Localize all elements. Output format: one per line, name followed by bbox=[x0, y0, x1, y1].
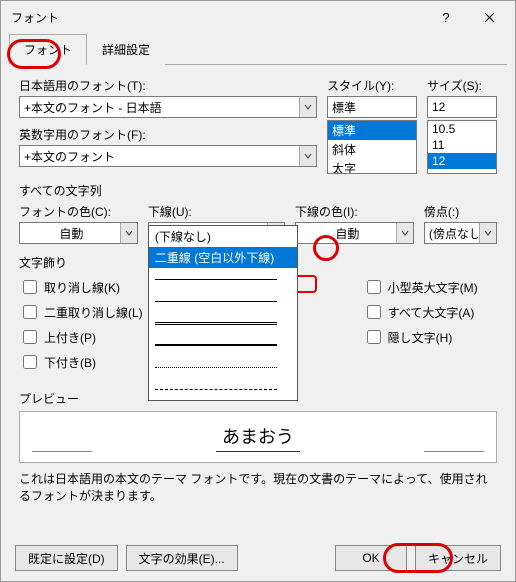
list-item[interactable]: 10.5 bbox=[428, 121, 496, 137]
dialog-footer: 既定に設定(D) 文字の効果(E)... OK キャンセル bbox=[1, 545, 515, 571]
style-label: スタイル(Y): bbox=[327, 77, 417, 94]
size-listbox[interactable]: 10.5 11 12 bbox=[427, 120, 497, 174]
jp-font-label: 日本語用のフォント(T): bbox=[19, 77, 317, 94]
underline-sample[interactable] bbox=[149, 290, 297, 312]
list-item[interactable]: 太字 bbox=[328, 159, 416, 174]
underline-sample[interactable] bbox=[149, 378, 297, 400]
strike-checkbox[interactable]: 取り消し線(K) bbox=[19, 277, 143, 297]
underline-dropdown[interactable]: (下線なし) 二重線 (空白以外下線) bbox=[148, 225, 298, 401]
chevron-down-icon[interactable] bbox=[479, 223, 496, 243]
cancel-button[interactable]: キャンセル bbox=[415, 545, 501, 571]
size-input[interactable] bbox=[427, 96, 497, 118]
list-item[interactable]: 斜体 bbox=[328, 140, 416, 159]
emphasis-label: 傍点(:) bbox=[424, 203, 497, 220]
jp-font-input[interactable] bbox=[19, 96, 317, 118]
close-button[interactable] bbox=[467, 3, 511, 31]
emphasis-combo[interactable] bbox=[424, 222, 497, 244]
dialog-title: フォント bbox=[11, 9, 423, 26]
help-button[interactable]: ? bbox=[423, 3, 467, 31]
size-label: サイズ(S): bbox=[427, 77, 497, 94]
subscript-checkbox[interactable]: 下付き(B) bbox=[19, 352, 143, 372]
list-item[interactable]: 12 bbox=[428, 153, 496, 169]
ok-button[interactable]: OK bbox=[335, 545, 407, 571]
titlebar: フォント ? bbox=[1, 1, 515, 33]
en-font-input[interactable] bbox=[19, 145, 317, 167]
chevron-down-icon[interactable] bbox=[299, 146, 316, 166]
allchars-label: すべての文字列 bbox=[19, 182, 497, 199]
underline-sample[interactable] bbox=[149, 268, 297, 290]
text-effects-button[interactable]: 文字の効果(E)... bbox=[126, 545, 238, 571]
tab-advanced[interactable]: 詳細設定 bbox=[87, 34, 165, 65]
tab-font[interactable]: フォント bbox=[9, 34, 87, 65]
list-item[interactable]: 11 bbox=[428, 137, 496, 153]
underline-sample[interactable] bbox=[149, 356, 297, 378]
style-input[interactable] bbox=[327, 96, 417, 118]
dialog-body: 日本語用のフォント(T): 英数字用のフォント(F): スタイル(Y): 標準 … bbox=[1, 65, 515, 521]
set-default-button[interactable]: 既定に設定(D) bbox=[15, 545, 118, 571]
allcaps-checkbox[interactable]: すべて大文字(A) bbox=[363, 302, 478, 322]
double-strike-checkbox[interactable]: 二重取り消し線(L) bbox=[19, 302, 143, 322]
underline-label: 下線(U): bbox=[148, 203, 285, 220]
underline-sample[interactable] bbox=[149, 312, 297, 334]
jp-font-combo[interactable] bbox=[19, 96, 317, 118]
font-note: これは日本語用の本文のテーマ フォントです。現在の文書のテーマによって、使用され… bbox=[19, 471, 497, 505]
preview-box: あまおう bbox=[19, 411, 497, 463]
font-dialog: フォント ? フォント 詳細設定 日本語用のフォント(T): 英数字用のフォント… bbox=[0, 0, 516, 582]
style-listbox[interactable]: 標準 斜体 太字 bbox=[327, 120, 417, 174]
en-font-label: 英数字用のフォント(F): bbox=[19, 126, 317, 143]
list-item[interactable]: 標準 bbox=[328, 121, 416, 140]
tab-strip: フォント 詳細設定 bbox=[9, 33, 507, 65]
hidden-checkbox[interactable]: 隠し文字(H) bbox=[363, 327, 478, 347]
underline-color-combo[interactable] bbox=[295, 222, 414, 244]
smallcaps-checkbox[interactable]: 小型英大文字(M) bbox=[363, 277, 478, 297]
dropdown-option-none[interactable]: (下線なし) bbox=[149, 226, 297, 247]
underline-sample[interactable] bbox=[149, 334, 297, 356]
font-color-label: フォントの色(C): bbox=[19, 203, 138, 220]
chevron-down-icon[interactable] bbox=[120, 223, 137, 243]
chevron-down-icon[interactable] bbox=[396, 223, 413, 243]
superscript-checkbox[interactable]: 上付き(P) bbox=[19, 327, 143, 347]
preview-text: あまおう bbox=[216, 423, 300, 452]
svg-text:?: ? bbox=[442, 12, 449, 23]
en-font-combo[interactable] bbox=[19, 145, 317, 167]
underline-color-label: 下線の色(I): bbox=[295, 203, 414, 220]
font-color-combo[interactable] bbox=[19, 222, 138, 244]
dropdown-option-double[interactable]: 二重線 (空白以外下線) bbox=[149, 247, 297, 268]
chevron-down-icon[interactable] bbox=[299, 97, 316, 117]
